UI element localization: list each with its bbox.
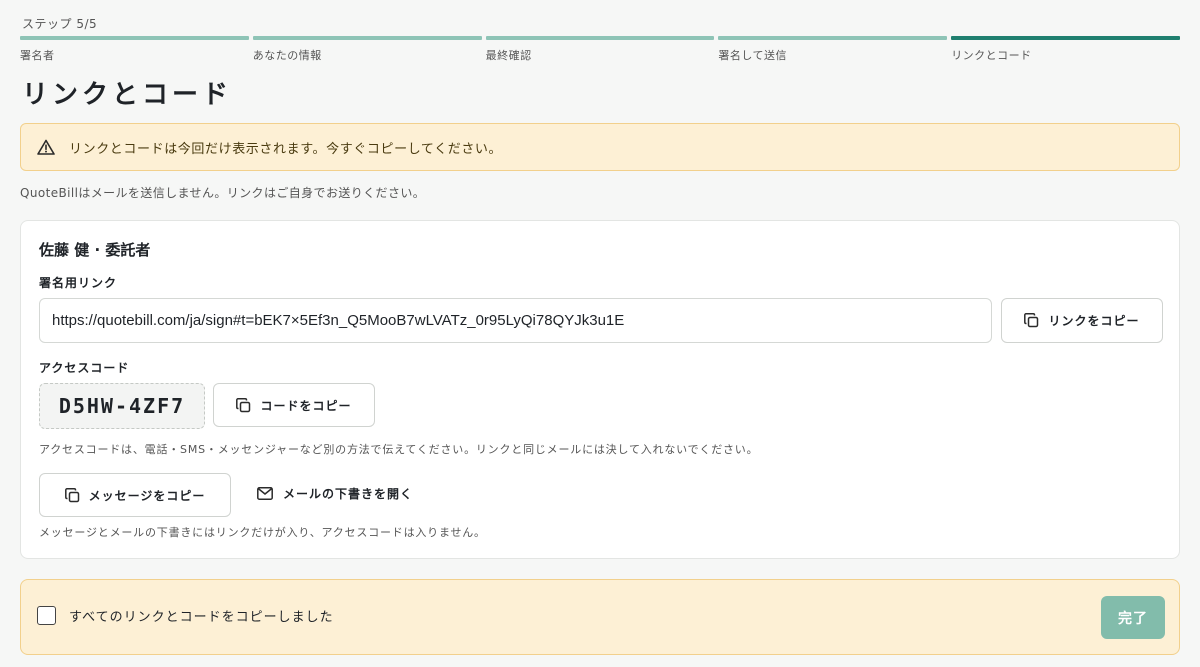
- step-signers: 署名者: [20, 36, 249, 66]
- step-sign-and-send: 署名して送信: [718, 36, 948, 66]
- page-title: リンクとコード: [22, 80, 233, 110]
- step-label: 署名して送信: [718, 49, 788, 62]
- step-bar: [252, 36, 482, 40]
- signing-link-label: 署名用リンク: [39, 276, 118, 290]
- message-hint: メッセージとメールの下書きにはリンクだけが入り、アクセスコードは入りません。: [39, 526, 486, 539]
- copied-all-checkbox[interactable]: [37, 606, 56, 625]
- info-text: QuoteBillはメールを送信しません。リンクはご自身でお送りください。: [20, 186, 426, 200]
- step-label: 最終確認: [485, 49, 532, 62]
- copy-link-label: リンクをコピー: [1048, 314, 1140, 328]
- copy-message-button[interactable]: メッセージをコピー: [39, 473, 231, 517]
- done-button[interactable]: 完了: [1101, 596, 1165, 639]
- step-bar: [20, 36, 249, 40]
- access-code-label: アクセスコード: [39, 361, 130, 375]
- mail-icon: [257, 487, 273, 500]
- signer-heading: 佐藤 健 · 委託者: [39, 241, 151, 259]
- confirm-bar: すべてのリンクとコードをコピーしました 完了: [20, 579, 1180, 655]
- step-bar: [485, 36, 715, 40]
- copy-icon: [64, 487, 79, 502]
- progress-stepper: 署名者 あなたの情報 最終確認 署名して送信 リンクとコード: [20, 36, 1180, 66]
- step-bar: [718, 36, 948, 40]
- step-links-and-codes: リンクとコード: [951, 36, 1180, 66]
- open-mail-draft-label: メールの下書きを開く: [283, 487, 414, 501]
- step-final-review: 最終確認: [485, 36, 715, 66]
- access-code-hint: アクセスコードは、電話・SMS・メッセンジャーなど別の方法で伝えてください。リン…: [39, 443, 759, 456]
- signing-link-input[interactable]: [39, 298, 992, 343]
- signer-card: 佐藤 健 · 委託者 署名用リンク リンクをコピー アクセスコード D5HW-4…: [20, 220, 1180, 559]
- access-code-value: D5HW-4ZF7: [39, 383, 205, 429]
- warning-triangle-icon: [37, 139, 55, 155]
- step-label: あなたの情報: [252, 49, 322, 62]
- copy-icon: [1024, 313, 1039, 328]
- step-label: リンクとコード: [951, 49, 1032, 62]
- warning-banner: リンクとコードは今回だけ表示されます。今すぐコピーしてください。: [20, 123, 1180, 171]
- copied-all-label[interactable]: すべてのリンクとコードをコピーしました: [69, 606, 334, 625]
- step-label: 署名者: [20, 49, 55, 62]
- copy-code-button[interactable]: コードをコピー: [213, 383, 375, 427]
- copy-message-label: メッセージをコピー: [88, 488, 206, 503]
- copy-link-button[interactable]: リンクをコピー: [1001, 298, 1163, 343]
- step-bar-current: [951, 36, 1180, 40]
- copy-icon: [236, 397, 251, 412]
- step-your-info: あなたの情報: [252, 36, 482, 66]
- warning-text: リンクとコードは今回だけ表示されます。今すぐコピーしてください。: [69, 141, 503, 157]
- step-counter: ステップ 5/5: [22, 17, 98, 31]
- copy-code-label: コードをコピー: [260, 398, 352, 413]
- open-mail-draft-link[interactable]: メールの下書きを開く: [257, 485, 413, 502]
